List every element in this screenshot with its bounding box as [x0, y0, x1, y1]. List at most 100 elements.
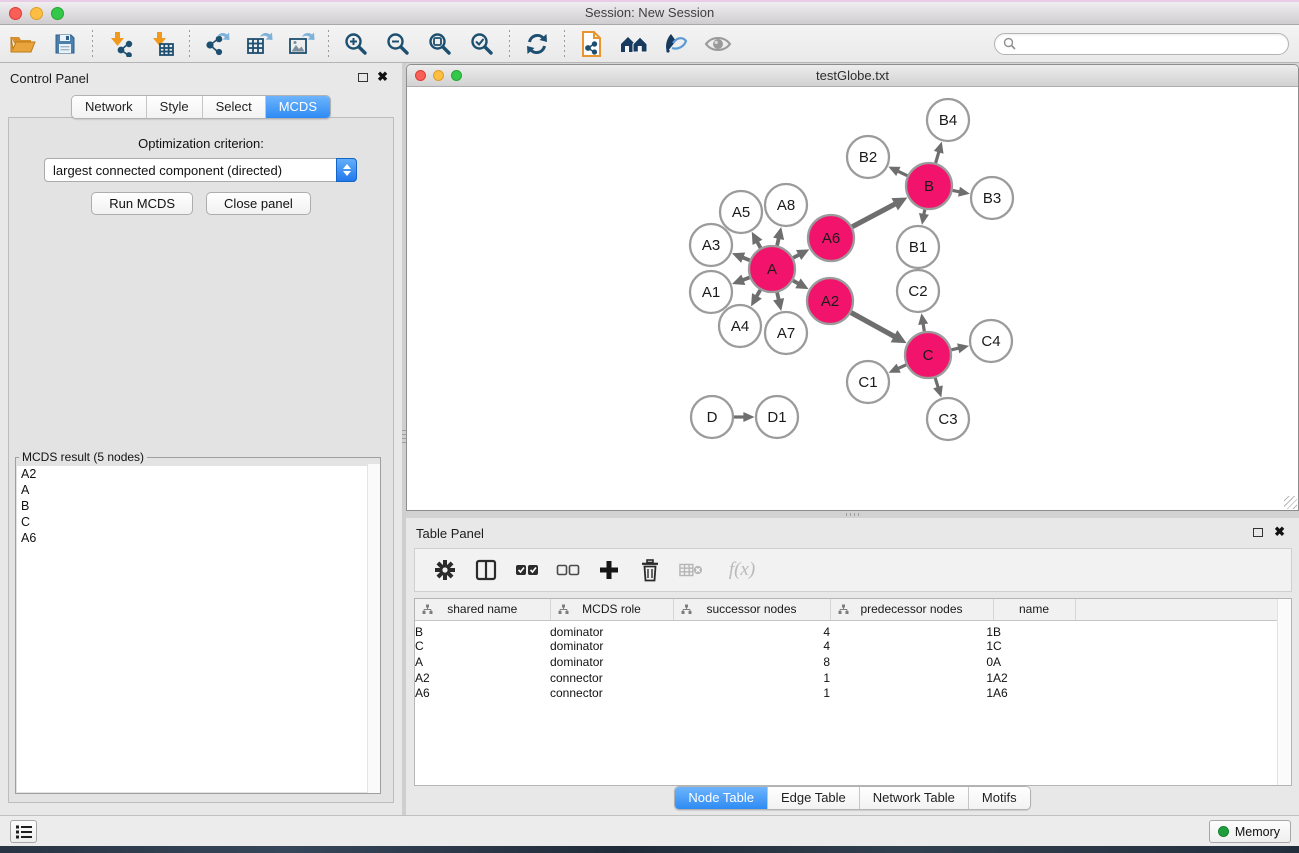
result-item[interactable]: A6: [17, 530, 379, 546]
close-panel-button[interactable]: Close panel: [206, 192, 311, 215]
trash-icon: [640, 559, 660, 582]
edge-arrowhead-icon: [933, 385, 943, 397]
import-network-icon: [107, 31, 133, 57]
result-item[interactable]: A: [17, 482, 379, 498]
open-session-button[interactable]: [2, 28, 44, 60]
result-scrollbar[interactable]: [367, 464, 380, 793]
unselect-all-button[interactable]: [556, 557, 580, 583]
node-table: shared nameMCDS rolesuccessor nodesprede…: [414, 598, 1292, 786]
plus-icon: [598, 559, 620, 581]
close-panel-icon[interactable]: ✖: [1274, 524, 1285, 540]
control-panel-tabs: NetworkStyleSelectMCDS: [71, 95, 331, 119]
toolbar-separator: [564, 30, 565, 58]
zoom-selected-button[interactable]: [461, 28, 503, 60]
table-row[interactable]: Cdominator41C: [415, 639, 1291, 655]
zoom-fit-button[interactable]: [419, 28, 461, 60]
import-table-icon: [149, 31, 175, 57]
tab-network[interactable]: Network: [72, 96, 147, 118]
save-icon: [53, 32, 77, 56]
table-row[interactable]: A2connector11A2: [415, 670, 1291, 686]
optimization-criterion-label: Optimization criterion:: [9, 136, 393, 151]
select-all-button[interactable]: [515, 557, 539, 583]
tab-style[interactable]: Style: [147, 96, 203, 118]
float-panel-icon[interactable]: [1253, 528, 1263, 537]
tab-mcds[interactable]: MCDS: [266, 96, 330, 118]
export-table-icon: [245, 31, 273, 57]
task-history-button[interactable]: [10, 820, 37, 843]
mcds-result-list[interactable]: A2ABCA6: [17, 466, 379, 792]
graph-edge[interactable]: [851, 313, 896, 338]
column-header[interactable]: shared name: [415, 599, 550, 620]
tab-edge-table[interactable]: Edge Table: [768, 787, 860, 809]
search-input[interactable]: [1020, 37, 1280, 51]
houses-icon: [619, 32, 649, 56]
search-icon: [1003, 37, 1016, 50]
graph-node-label: B1: [909, 239, 927, 256]
eye-icon: [704, 33, 732, 55]
toolbar-separator: [189, 30, 190, 58]
main-toolbar: [0, 25, 1299, 63]
column-header[interactable]: MCDS role: [550, 599, 673, 620]
network-window-title: testGlobe.txt: [407, 68, 1298, 83]
horizontal-splitter[interactable]: [406, 511, 1299, 518]
graph-node-label: C: [923, 347, 934, 364]
desktop-background: [0, 846, 1299, 853]
float-panel-icon[interactable]: [358, 73, 368, 82]
network-file-button[interactable]: [571, 28, 613, 60]
resize-handle-icon[interactable]: [1284, 496, 1297, 509]
column-header[interactable]: name: [993, 599, 1075, 620]
result-item[interactable]: A2: [17, 466, 379, 482]
show-columns-button[interactable]: [474, 557, 498, 583]
tab-network-table[interactable]: Network Table: [860, 787, 969, 809]
splitter-grip[interactable]: [846, 513, 860, 516]
table-row[interactable]: A6connector11A6: [415, 686, 1291, 702]
network-canvas[interactable]: B4B2BB3A5A8A6B1A3AC2A1A2A4A7C4CC1C3DD1: [407, 87, 1298, 510]
table-panel: Table Panel ✖: [406, 518, 1299, 815]
network-window-titlebar[interactable]: testGlobe.txt: [407, 65, 1298, 87]
export-table-button[interactable]: [238, 28, 280, 60]
column-header[interactable]: predecessor nodes: [830, 599, 993, 620]
table-body: Bdominator41BCdominator41CAdominator80AA…: [415, 620, 1291, 701]
edge-arrowhead-icon: [934, 142, 944, 154]
column-header[interactable]: successor nodes: [673, 599, 830, 620]
network-graph[interactable]: B4B2BB3A5A8A6B1A3AC2A1A2A4A7C4CC1C3DD1: [407, 87, 1298, 510]
memory-button[interactable]: Memory: [1209, 820, 1291, 843]
criterion-dropdown[interactable]: largest connected component (directed): [44, 158, 357, 182]
fx-icon: f(x): [729, 559, 755, 581]
edge-arrowhead-icon: [743, 412, 754, 422]
table-header-row: shared nameMCDS rolesuccessor nodesprede…: [415, 599, 1291, 620]
table-settings-button[interactable]: [433, 557, 457, 583]
close-panel-icon[interactable]: ✖: [377, 69, 388, 85]
search-box[interactable]: [994, 33, 1289, 55]
graph-node-label: C2: [908, 283, 927, 300]
list-icon: [15, 824, 33, 840]
result-item[interactable]: B: [17, 498, 379, 514]
table-panel-tabs: Node TableEdge TableNetwork TableMotifs: [674, 786, 1030, 810]
columns-icon: [475, 559, 497, 581]
create-column-button[interactable]: [597, 557, 621, 583]
tab-select[interactable]: Select: [203, 96, 266, 118]
zoom-in-button[interactable]: [335, 28, 377, 60]
export-image-button[interactable]: [280, 28, 322, 60]
graphics-details-button[interactable]: [655, 28, 697, 60]
tab-node-table[interactable]: Node Table: [675, 787, 768, 809]
run-mcds-button[interactable]: Run MCDS: [91, 192, 193, 215]
table-scrollbar[interactable]: [1277, 599, 1291, 785]
save-session-button[interactable]: [44, 28, 86, 60]
table-row[interactable]: Adominator80A: [415, 654, 1291, 670]
delete-column-button[interactable]: [638, 557, 662, 583]
delete-table-button: [679, 557, 703, 583]
result-item[interactable]: C: [17, 514, 379, 530]
table-row[interactable]: Bdominator41B: [415, 620, 1291, 639]
tab-motifs[interactable]: Motifs: [969, 787, 1030, 809]
export-network-button[interactable]: [196, 28, 238, 60]
import-table-button[interactable]: [141, 28, 183, 60]
graph-edge[interactable]: [852, 203, 896, 226]
graph-node-label: C3: [938, 411, 957, 428]
home-panels-button[interactable]: [613, 28, 655, 60]
graph-node-label: A5: [732, 204, 750, 221]
zoom-out-button[interactable]: [377, 28, 419, 60]
birdseye-view-button[interactable]: [697, 28, 739, 60]
import-network-button[interactable]: [99, 28, 141, 60]
apply-layout-button[interactable]: [516, 28, 558, 60]
